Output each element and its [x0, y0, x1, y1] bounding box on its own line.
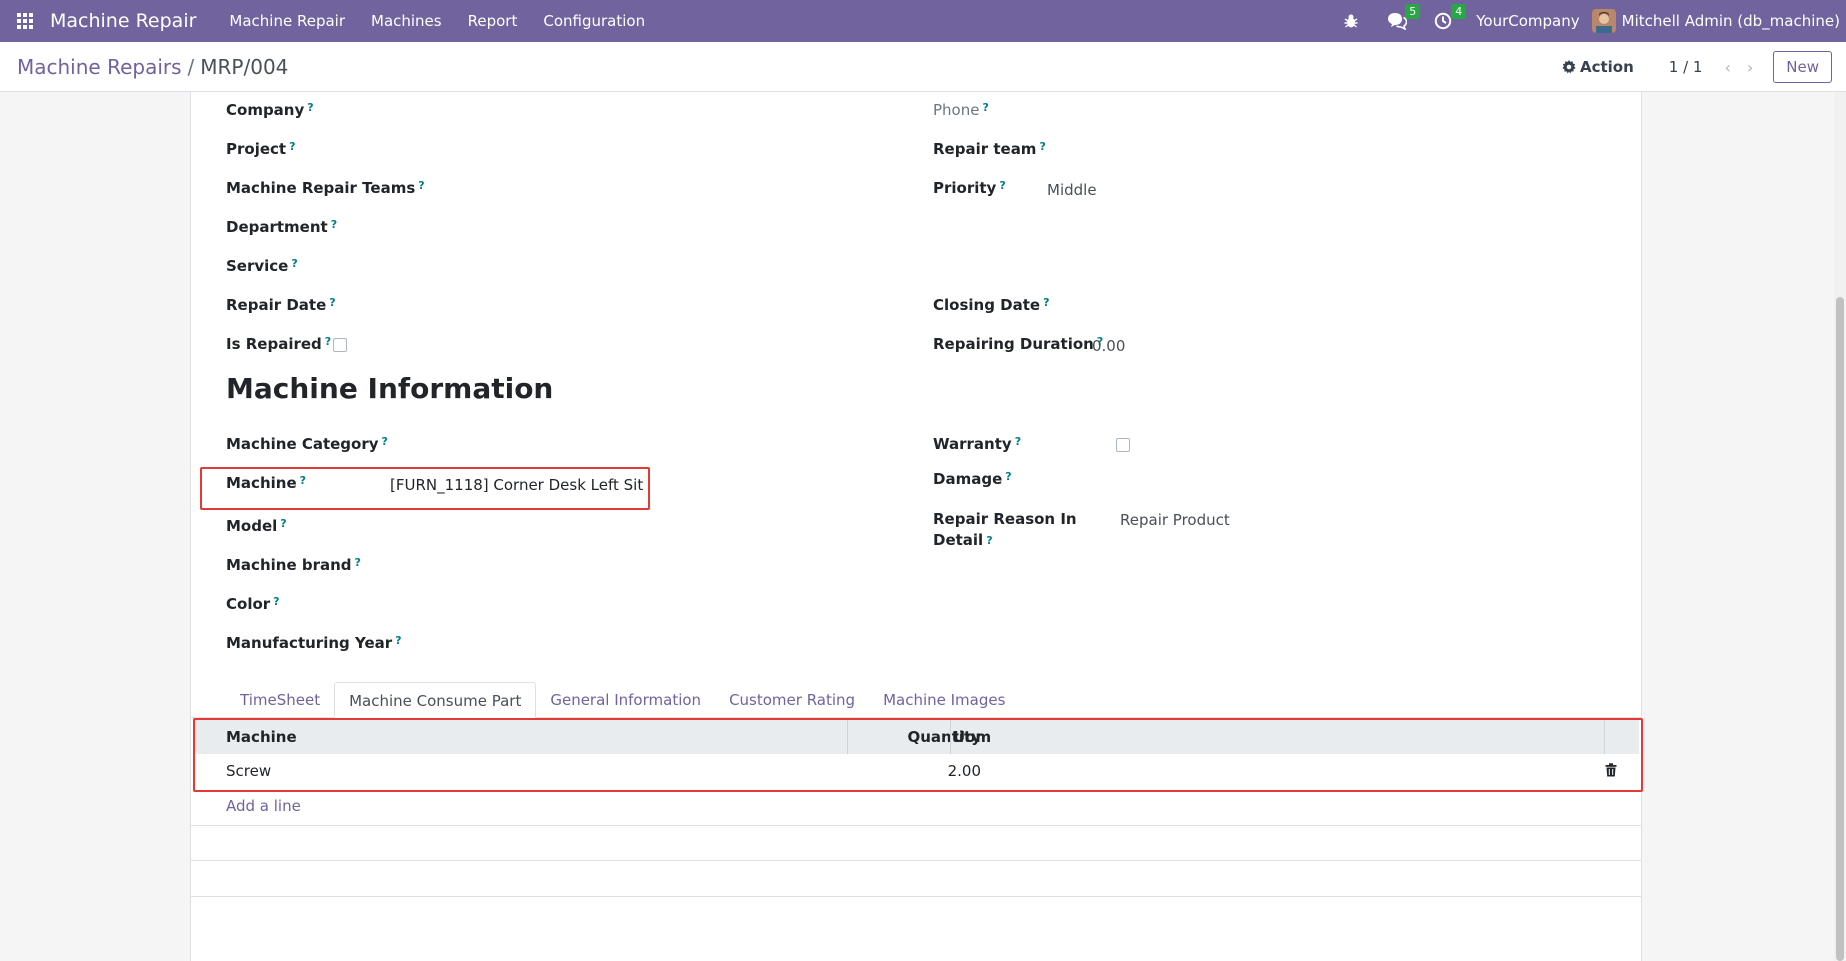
field-label-project: Project? — [226, 140, 296, 158]
field-label-warranty: Warranty? — [933, 435, 1022, 453]
repair-reason-value[interactable]: Repair Product — [1120, 511, 1230, 529]
pager-value[interactable]: 1 / 1 — [1669, 58, 1703, 76]
tab-machine-consume-part[interactable]: Machine Consume Part — [334, 682, 537, 718]
pager-next-icon[interactable]: › — [1747, 58, 1753, 77]
nav-machines[interactable]: Machines — [358, 0, 455, 42]
repairing-duration-value[interactable]: 0.00 — [1092, 337, 1125, 355]
tab-general-information[interactable]: General Information — [536, 682, 715, 718]
section-title-machine-information: Machine Information — [226, 372, 554, 405]
field-label-damage: Damage? — [933, 470, 1012, 488]
field-label-repair-date: Repair Date? — [226, 296, 336, 314]
avatar — [1591, 9, 1616, 33]
control-panel: Machine Repairs / MRP/004 Action 1 / 1 ‹ ›… — [0, 42, 1846, 92]
highlight-machine-field — [200, 467, 650, 510]
field-label-service: Service? — [226, 257, 298, 275]
activities-clock-icon[interactable]: 4 — [1432, 4, 1467, 32]
field-label-is-repaired: Is Repaired? — [226, 335, 332, 353]
field-label-model: Model? — [226, 517, 287, 535]
notebook-tabs: TimeSheet Machine Consume Part General I… — [226, 682, 1019, 718]
warranty-checkbox[interactable] — [1116, 438, 1130, 452]
table-empty-row-line — [191, 860, 1641, 861]
field-label-repair-reason: Repair Reason In Detail? — [933, 510, 1077, 549]
field-label-phone: Phone? — [933, 101, 989, 119]
is-repaired-checkbox[interactable] — [333, 338, 347, 352]
field-label-repair-teams: Machine Repair Teams? — [226, 179, 425, 197]
action-label: Action — [1579, 58, 1634, 76]
field-label-priority: Priority? — [933, 179, 1006, 197]
company-switcher[interactable]: YourCompany — [1476, 12, 1579, 30]
user-name: Mitchell Admin (db_machine) — [1621, 12, 1840, 30]
new-button[interactable]: New — [1773, 51, 1832, 83]
priority-value[interactable]: Middle — [1047, 181, 1097, 199]
table-empty-row-line — [191, 825, 1641, 826]
bug-icon[interactable] — [1340, 10, 1362, 32]
gear-icon — [1562, 60, 1576, 74]
field-label-closing-date: Closing Date? — [933, 296, 1050, 314]
messages-icon[interactable]: 5 — [1386, 4, 1421, 32]
app-title[interactable]: Machine Repair — [50, 10, 196, 32]
nav-report[interactable]: Report — [455, 0, 531, 42]
tab-machine-images[interactable]: Machine Images — [869, 682, 1019, 718]
field-label-company: Company? — [226, 101, 314, 119]
nav-configuration[interactable]: Configuration — [530, 0, 658, 42]
field-label-repairing-duration: Repairing Duration? — [933, 335, 1104, 353]
field-label-color: Color? — [226, 595, 280, 613]
apps-menu-icon[interactable] — [0, 0, 50, 42]
user-menu[interactable]: Mitchell Admin (db_machine) — [1591, 9, 1840, 33]
field-label-machine-category: Machine Category? — [226, 435, 388, 453]
form-sheet — [190, 92, 1642, 961]
nav-machine-repair[interactable]: Machine Repair — [216, 0, 358, 42]
add-a-line-link[interactable]: Add a line — [226, 797, 301, 815]
field-label-repair-team: Repair team? — [933, 140, 1046, 158]
breadcrumb-current: MRP/004 — [200, 54, 289, 79]
field-label-machine-brand: Machine brand? — [226, 556, 361, 574]
tab-timesheet[interactable]: TimeSheet — [226, 682, 334, 718]
field-label-manufacturing-year: Manufacturing Year? — [226, 634, 402, 652]
top-navbar: Machine Repair Machine Repair Machines R… — [0, 0, 1846, 42]
highlight-consume-part-table — [193, 718, 1643, 792]
table-empty-row-line — [191, 896, 1641, 897]
tab-customer-rating[interactable]: Customer Rating — [715, 682, 869, 718]
activities-badge: 4 — [1451, 4, 1467, 19]
scrollbar-thumb[interactable] — [1836, 297, 1844, 961]
breadcrumb-separator: / — [187, 54, 195, 79]
scrollbar[interactable] — [1834, 92, 1846, 961]
pager-previous-icon[interactable]: ‹ — [1724, 58, 1730, 77]
messages-badge: 5 — [1405, 4, 1421, 19]
field-label-department: Department? — [226, 218, 338, 236]
breadcrumb: Machine Repairs / MRP/004 — [0, 55, 288, 79]
action-button[interactable]: Action — [1562, 58, 1634, 76]
breadcrumb-parent[interactable]: Machine Repairs — [17, 55, 182, 79]
